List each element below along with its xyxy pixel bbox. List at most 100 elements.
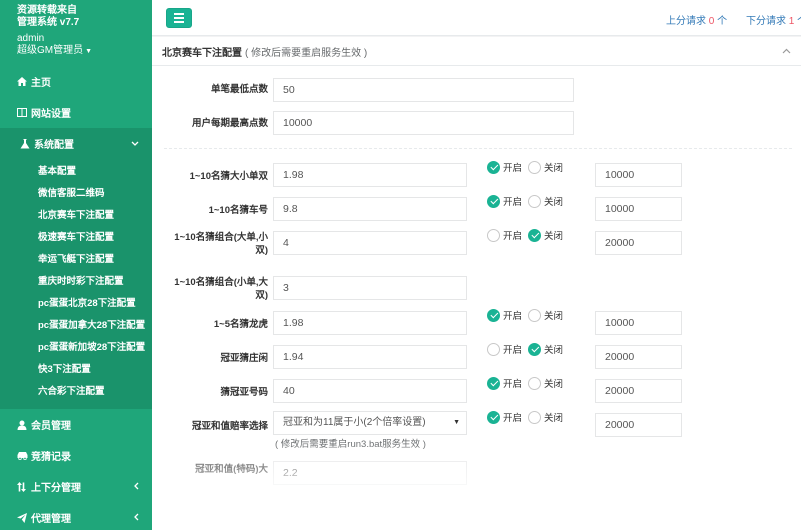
enable-radio[interactable]: 开启 [487,193,522,209]
radio-unchecked-icon [487,342,500,356]
row-label: 1~10名猜组合(小单,大双) [174,277,268,301]
row-label: 冠亚和值赔率选择 [191,421,268,432]
limit-input[interactable]: 10000 [595,197,682,221]
subnav-item[interactable]: 北京赛车下注配置 [0,205,152,227]
radio-label: 关闭 [544,231,564,242]
up-points-request-link[interactable]: 上分请求 0 个 [666,12,727,27]
subnav-item[interactable]: pc蛋蛋加拿大28下注配置 [0,315,152,337]
sidebar: 资源转载来自 管理系统 v7.7 admin 超级GM管理员 ▼ 主页 网站设置 … [0,0,152,530]
enable-radio[interactable]: 开启 [487,341,522,357]
radio-label: 关闭 [544,163,564,174]
disable-radio[interactable]: 关闭 [528,227,563,243]
sidebar-item-points-management[interactable]: 上下分管理 [0,471,152,502]
sidebar-item-bet-records[interactable]: 竞猜记录 [0,440,152,471]
down-points-request-link[interactable]: 下分请求 1 个 [746,12,801,27]
chevron-left-icon [133,513,139,523]
subnav-item[interactable]: 基本配置 [0,161,152,183]
radio-unchecked-icon [528,410,541,424]
subnav-item[interactable]: pc蛋蛋北京28下注配置 [0,293,152,315]
up-request-unit: 个 [717,16,728,27]
subnav-item[interactable]: 快3下注配置 [0,359,152,381]
min-points-label: 单笔最低点数 [210,84,268,95]
odds-input[interactable]: 9.8 [273,197,467,221]
row-label: 冠亚猜庄闲 [220,353,268,364]
limit-input[interactable]: 20000 [595,345,682,369]
enable-radio[interactable]: 开启 [487,159,522,175]
odds-input[interactable]: 40 [273,379,467,403]
down-request-unit: 个 [797,16,801,27]
flask-icon [20,138,34,149]
enable-radio[interactable]: 开启 [487,227,522,243]
min-points-input[interactable]: 50 [273,78,574,102]
radio-label: 关闭 [544,345,564,356]
subnav-item[interactable]: 极速赛车下注配置 [0,227,152,249]
radio-unchecked-icon [528,160,541,174]
odds-input[interactable]: 3 [273,276,467,300]
sidebar-item-home[interactable]: 主页 [0,66,152,97]
sidebar-item-label: 代理管理 [31,514,71,525]
limit-input[interactable]: 10000 [595,163,682,187]
radio-checked-icon [487,410,500,424]
odds-select[interactable]: 冠亚和为11属于小(2个倍率设置) ▼ [273,411,467,435]
odds-input[interactable]: 1.94 [273,345,467,369]
row-label: 1~10名猜车号 [208,205,268,216]
odds-input[interactable]: 4 [273,231,467,255]
disable-radio[interactable]: 关闭 [528,307,563,323]
odds-input[interactable]: 1.98 [273,163,467,187]
enable-radio[interactable]: 开启 [487,307,522,323]
up-request-count: 0 [708,16,715,27]
panel-hint: ( 修改后需要重启服务生效 ) [245,47,368,59]
arrows-icon [17,481,31,492]
subnav-item[interactable]: 重庆时时彩下注配置 [0,271,152,293]
radio-label: 开启 [503,311,523,322]
enable-radio[interactable]: 开启 [487,375,522,391]
radio-checked-icon [528,342,541,356]
disable-radio[interactable]: 关闭 [528,341,563,357]
radio-label: 开启 [503,231,523,242]
menu-toggle-button[interactable] [166,8,192,28]
odds-input[interactable]: 1.98 [273,311,467,335]
sidebar-item-members[interactable]: 会员管理 [0,409,152,440]
sidebar-item-label: 主页 [31,78,51,89]
down-request-label: 下分请求 [746,16,786,27]
disable-radio[interactable]: 关闭 [528,159,563,175]
max-points-label: 用户每期最高点数 [191,118,268,129]
sidebar-item-system-config[interactable]: 系统配置 [0,128,152,159]
panel-header: 北京赛车下注配置 ( 修改后需要重启服务生效 ) [152,37,801,66]
row-label: 猜冠亚号码 [220,387,268,398]
collapse-icon[interactable] [782,46,791,57]
down-request-count: 1 [788,16,795,27]
limit-input[interactable]: 20000 [595,413,682,437]
divider [164,148,792,149]
max-points-input[interactable]: 10000 [273,111,574,135]
user-role: 超级GM管理员 [17,45,84,56]
radio-label: 关闭 [544,197,564,208]
odds-input[interactable]: 2.2 [273,461,467,485]
subnav-item[interactable]: pc蛋蛋新加坡28下注配置 [0,337,152,359]
sidebar-item-site-settings[interactable]: 网站设置 [0,97,152,128]
user-info[interactable]: admin 超级GM管理员 ▼ [0,29,152,58]
home-icon [17,77,31,86]
radio-checked-icon [528,228,541,242]
disable-radio[interactable]: 关闭 [528,375,563,391]
subnav-item[interactable]: 微信客服二维码 [0,183,152,205]
radio-label: 开启 [503,163,523,174]
subnav-item[interactable]: 幸运飞艇下注配置 [0,249,152,271]
radio-label: 开启 [503,379,523,390]
hamburger-icon-bar [174,17,184,19]
hamburger-icon-bar [174,21,184,23]
disable-radio[interactable]: 关闭 [528,409,563,425]
sidebar-item-agent-management[interactable]: 代理管理 [0,502,152,530]
enable-radio[interactable]: 开启 [487,409,522,425]
disable-radio[interactable]: 关闭 [528,193,563,209]
limit-input[interactable]: 10000 [595,311,682,335]
row-label: 1~5名猜龙虎 [213,319,268,330]
limit-input[interactable]: 20000 [595,379,682,403]
subnav-item[interactable]: 六合彩下注配置 [0,381,152,403]
radio-unchecked-icon [528,194,541,208]
radio-unchecked-icon [487,228,500,242]
radio-label: 开启 [503,345,523,356]
hamburger-icon [174,13,184,15]
limit-input[interactable]: 20000 [595,231,682,255]
radio-label: 开启 [503,413,523,424]
